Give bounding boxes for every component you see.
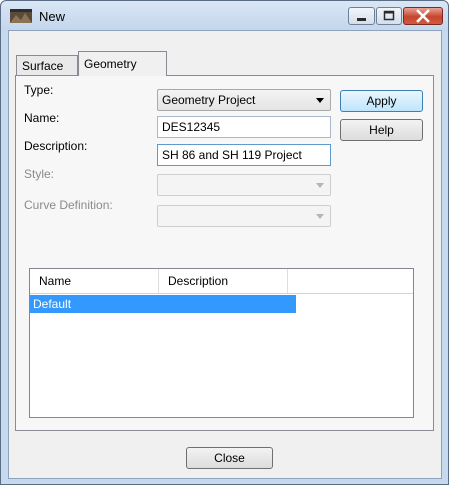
- minimize-icon: [357, 18, 366, 21]
- app-window-icon: [10, 9, 32, 23]
- tab-geometry[interactable]: Geometry: [78, 51, 167, 76]
- curve-definition-dropdown[interactable]: [157, 205, 331, 227]
- style-label: Style:: [24, 167, 55, 181]
- description-field[interactable]: SH 86 and SH 119 Project: [157, 144, 331, 166]
- list-header: Name Description: [30, 269, 413, 294]
- maximize-button[interactable]: [376, 7, 402, 25]
- dialog-window: New Surface Geometry Type: Geometry Proj…: [0, 0, 449, 485]
- minimize-button[interactable]: [348, 7, 375, 25]
- name-field[interactable]: DES12345: [157, 116, 331, 138]
- type-label: Type:: [24, 83, 54, 97]
- apply-button[interactable]: Apply: [340, 90, 423, 112]
- help-button[interactable]: Help: [340, 119, 423, 141]
- chevron-down-icon: [316, 98, 324, 103]
- tab-surface[interactable]: Surface: [16, 55, 78, 75]
- chevron-down-icon: [316, 183, 324, 188]
- chevron-down-icon: [316, 214, 324, 219]
- column-header-name[interactable]: Name: [30, 269, 159, 293]
- close-button[interactable]: Close: [186, 447, 273, 469]
- curve-definition-label: Curve Definition:: [24, 198, 113, 212]
- maximize-icon: [383, 10, 395, 21]
- dialog-client-area: Surface Geometry Type: Geometry Project …: [8, 30, 442, 479]
- column-header-description[interactable]: Description: [159, 269, 288, 293]
- style-dropdown[interactable]: [157, 174, 331, 196]
- title-bar[interactable]: New: [1, 1, 448, 31]
- type-dropdown-value: Geometry Project: [162, 93, 256, 107]
- type-dropdown[interactable]: Geometry Project: [157, 89, 331, 111]
- close-window-button[interactable]: [403, 7, 443, 25]
- description-label: Description:: [24, 139, 88, 153]
- geometry-list[interactable]: Name Description Default: [29, 268, 414, 418]
- name-label: Name:: [24, 111, 60, 125]
- window-title: New: [39, 9, 66, 24]
- list-item[interactable]: Default: [30, 295, 296, 313]
- close-icon: [416, 9, 430, 23]
